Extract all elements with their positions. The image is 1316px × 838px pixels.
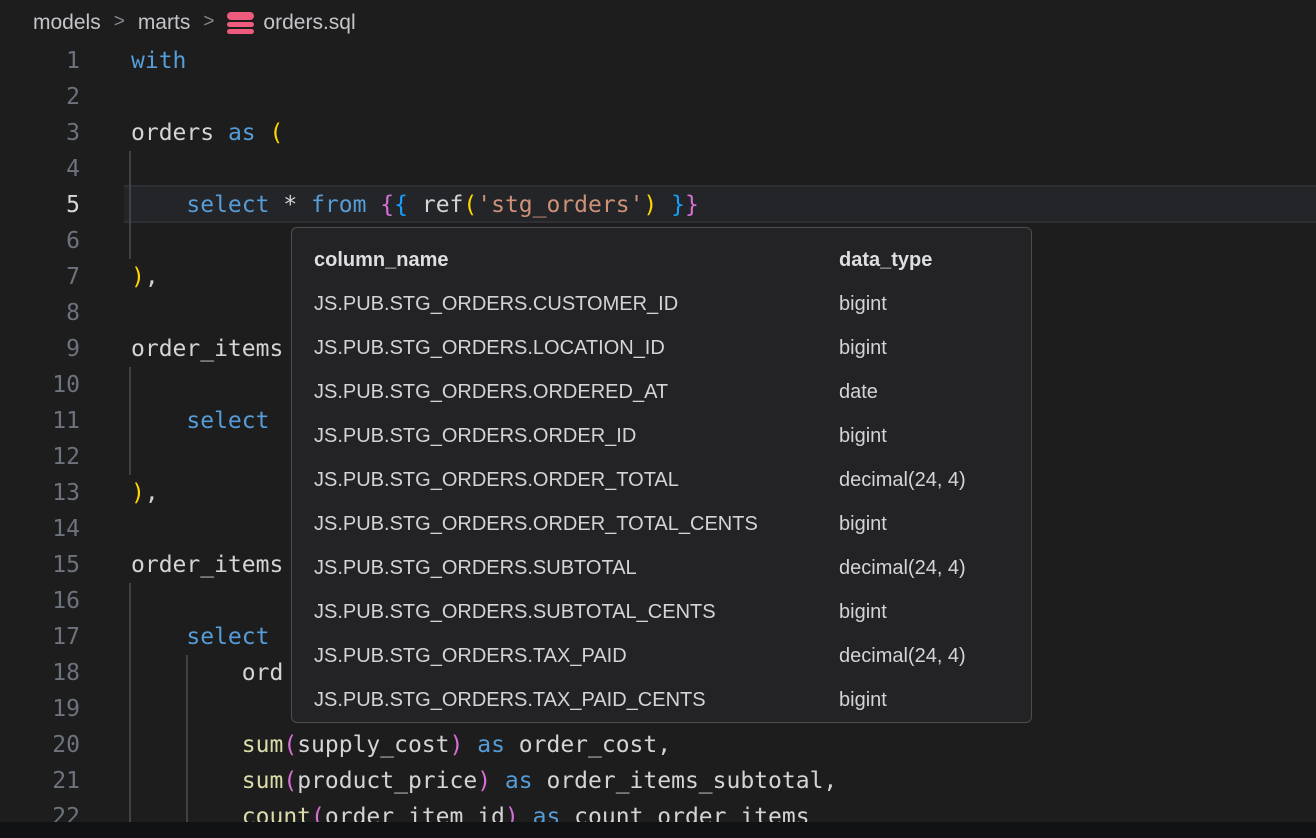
data-type-cell: bigint [839, 425, 1031, 448]
line-number[interactable]: 6 [0, 223, 80, 259]
code-text[interactable]: select [131, 624, 269, 650]
breadcrumb: models > marts > orders.sql [0, 0, 1316, 45]
code-text[interactable]: ), [131, 264, 159, 290]
table-row: JS.PUB.STG_ORDERS.ORDERED_ATdate [314, 370, 1031, 414]
column-name-cell: JS.PUB.STG_ORDERS.ORDERED_AT [314, 381, 839, 404]
data-type-cell: bigint [839, 337, 1031, 360]
data-type-cell: bigint [839, 601, 1031, 624]
line-number[interactable]: 1 [0, 43, 80, 79]
column-name-cell: JS.PUB.STG_ORDERS.ORDER_TOTAL [314, 469, 839, 492]
code-text[interactable]: order_items [131, 552, 283, 578]
code-line[interactable]: 20 sum(supply_cost) as order_cost, [0, 727, 1316, 763]
code-text[interactable]: ord [131, 660, 283, 686]
code-line[interactable]: 3 orders as ( [0, 115, 1316, 151]
line-number[interactable]: 19 [0, 691, 80, 727]
column-name-cell: JS.PUB.STG_ORDERS.ORDER_ID [314, 425, 839, 448]
data-type-cell: bigint [839, 513, 1031, 536]
database-icon [227, 12, 254, 34]
popup-row-list: JS.PUB.STG_ORDERS.CUSTOMER_IDbigintJS.PU… [314, 282, 1031, 722]
column-name-cell: JS.PUB.STG_ORDERS.SUBTOTAL_CENTS [314, 601, 839, 624]
table-row: JS.PUB.STG_ORDERS.LOCATION_IDbigint [314, 326, 1031, 370]
table-row: JS.PUB.STG_ORDERS.TAX_PAIDdecimal(24, 4) [314, 634, 1031, 678]
code-text[interactable]: order_items [131, 336, 283, 362]
line-number[interactable]: 7 [0, 259, 80, 295]
code-line[interactable]: 2 [0, 79, 1316, 115]
line-number[interactable]: 16 [0, 583, 80, 619]
file-name: orders.sql [263, 11, 355, 35]
column-name-cell: JS.PUB.STG_ORDERS.SUBTOTAL [314, 557, 839, 580]
code-text[interactable]: select [131, 408, 269, 434]
popup-header-row: column_name data_type [314, 238, 1031, 282]
line-number[interactable]: 3 [0, 115, 80, 151]
breadcrumb-separator: > [203, 11, 214, 33]
column-name-cell: JS.PUB.STG_ORDERS.TAX_PAID [314, 645, 839, 668]
table-row: JS.PUB.STG_ORDERS.SUBTOTALdecimal(24, 4) [314, 546, 1031, 590]
column-hover-popup: column_name data_type JS.PUB.STG_ORDERS.… [291, 227, 1032, 723]
line-number[interactable]: 10 [0, 367, 80, 403]
table-row: JS.PUB.STG_ORDERS.ORDER_TOTAL_CENTSbigin… [314, 502, 1031, 546]
table-row: JS.PUB.STG_ORDERS.TAX_PAID_CENTSbigint [314, 678, 1031, 722]
line-number[interactable]: 11 [0, 403, 80, 439]
data-type-cell: date [839, 381, 1031, 404]
breadcrumb-item-models[interactable]: models [33, 11, 101, 35]
data-type-cell: bigint [839, 293, 1031, 316]
line-number[interactable]: 13 [0, 475, 80, 511]
data-type-cell: bigint [839, 689, 1031, 712]
breadcrumb-item-file[interactable]: orders.sql [227, 11, 355, 35]
code-text[interactable]: ), [131, 480, 159, 506]
line-number[interactable]: 12 [0, 439, 80, 475]
bottom-panel-edge [0, 822, 1316, 838]
column-name-cell: JS.PUB.STG_ORDERS.CUSTOMER_ID [314, 293, 839, 316]
line-number[interactable]: 9 [0, 331, 80, 367]
popup-header-column-name: column_name [314, 249, 839, 272]
code-text[interactable]: with [131, 48, 186, 74]
line-number[interactable]: 18 [0, 655, 80, 691]
column-name-cell: JS.PUB.STG_ORDERS.TAX_PAID_CENTS [314, 689, 839, 712]
line-number[interactable]: 21 [0, 763, 80, 799]
table-row: JS.PUB.STG_ORDERS.ORDER_IDbigint [314, 414, 1031, 458]
line-number[interactable]: 17 [0, 619, 80, 655]
line-number[interactable]: 14 [0, 511, 80, 547]
table-row: JS.PUB.STG_ORDERS.CUSTOMER_IDbigint [314, 282, 1031, 326]
column-name-cell: JS.PUB.STG_ORDERS.ORDER_TOTAL_CENTS [314, 513, 839, 536]
code-text[interactable]: select * from {{ ref('stg_orders') }} [131, 192, 699, 218]
code-line[interactable]: 21 sum(product_price) as order_items_sub… [0, 763, 1316, 799]
line-number[interactable]: 15 [0, 547, 80, 583]
code-line[interactable]: 1 with [0, 43, 1316, 79]
code-line[interactable]: 5 select * from {{ ref('stg_orders') }} [0, 187, 1316, 223]
line-number[interactable]: 5 [0, 187, 80, 223]
breadcrumb-separator: > [114, 11, 125, 33]
breadcrumb-item-marts[interactable]: marts [138, 11, 191, 35]
column-name-cell: JS.PUB.STG_ORDERS.LOCATION_ID [314, 337, 839, 360]
code-text[interactable]: sum(product_price) as order_items_subtot… [131, 768, 837, 794]
data-type-cell: decimal(24, 4) [839, 557, 1031, 580]
code-text[interactable]: sum(supply_cost) as order_cost, [131, 732, 671, 758]
popup-header-data-type: data_type [839, 249, 1031, 272]
code-text[interactable]: orders as ( [131, 120, 283, 146]
table-row: JS.PUB.STG_ORDERS.SUBTOTAL_CENTSbigint [314, 590, 1031, 634]
line-number[interactable]: 4 [0, 151, 80, 187]
line-number[interactable]: 2 [0, 79, 80, 115]
line-number[interactable]: 20 [0, 727, 80, 763]
table-row: JS.PUB.STG_ORDERS.ORDER_TOTALdecimal(24,… [314, 458, 1031, 502]
data-type-cell: decimal(24, 4) [839, 469, 1031, 492]
line-number[interactable]: 8 [0, 295, 80, 331]
data-type-cell: decimal(24, 4) [839, 645, 1031, 668]
editor-window: models > marts > orders.sql 1 with 23 order… [0, 0, 1316, 838]
code-line[interactable]: 4 [0, 151, 1316, 187]
